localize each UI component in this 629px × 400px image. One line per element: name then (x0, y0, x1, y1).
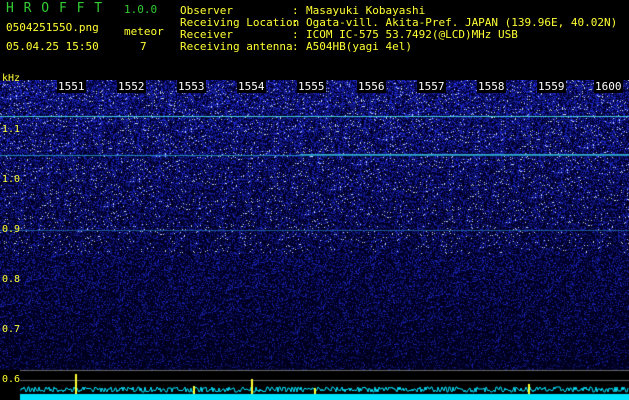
time-tick-label: 1558 (477, 80, 506, 93)
info-key-antenna: Receiving antenna (180, 40, 293, 53)
time-tick-label: 1556 (357, 80, 386, 93)
time-tick-label: 1554 (237, 80, 266, 93)
y-tick-label: 1.0 (2, 174, 21, 185)
time-tick-label: 1600 (594, 80, 623, 93)
time-tick-label: 1551 (57, 80, 86, 93)
y-tick-label: 0.9 (2, 224, 21, 235)
time-tick-label: 1555 (297, 80, 326, 93)
header-panel: H R O F F T 1.0.0 050425155O.png meteor … (0, 0, 629, 80)
spectrogram (0, 80, 629, 400)
date-time: 05.04.25 15:50 (6, 40, 99, 53)
meteor-label: meteor (124, 25, 164, 38)
meteor-count: 7 (140, 40, 147, 53)
y-tick-label: 0.7 (2, 324, 21, 335)
time-tick-label: 1553 (177, 80, 206, 93)
time-tick-label: 1557 (417, 80, 446, 93)
y-tick-label: 0.8 (2, 274, 21, 285)
time-tick-label: 1559 (537, 80, 566, 93)
file-name: 050425155O.png (6, 21, 99, 34)
y-tick-label: 0.6 (2, 374, 21, 385)
time-tick-label: 1552 (117, 80, 146, 93)
info-value-antenna: A504HB(yagi 4el) (306, 40, 412, 53)
info-sep: : (292, 40, 299, 53)
app-version: 1.0.0 (124, 3, 158, 16)
y-axis-unit: kHz (2, 73, 21, 84)
y-tick-label: 1.1 (2, 124, 21, 135)
app-title: H R O F F T (6, 1, 104, 16)
